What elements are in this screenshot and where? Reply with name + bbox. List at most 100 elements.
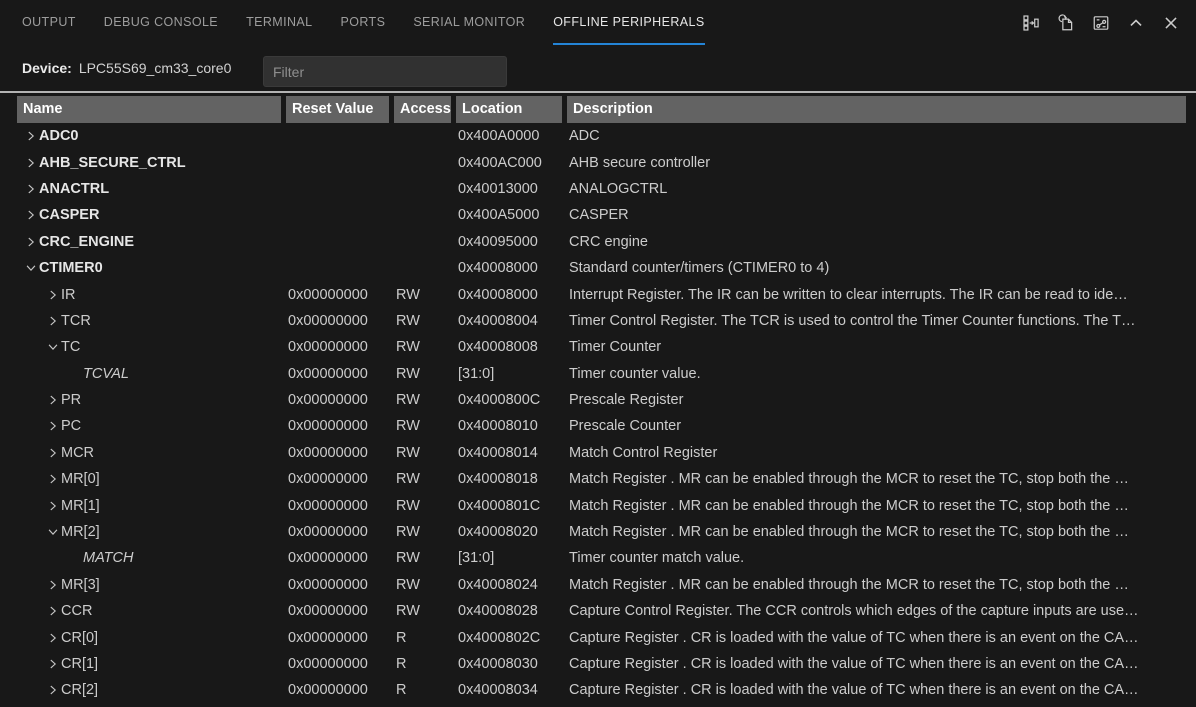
location-cell: 0x400A5000 bbox=[456, 207, 562, 223]
table-row[interactable]: CASPER 0x400A5000 CASPER bbox=[17, 202, 1186, 228]
chevron-right-icon[interactable] bbox=[45, 313, 61, 329]
table-row[interactable]: MR[1]0x00000000RW0x4000801CMatch Registe… bbox=[17, 492, 1186, 518]
table-row[interactable]: ADC00x400A0000ADC bbox=[17, 123, 1186, 149]
name-cell: CR[2] bbox=[17, 682, 281, 698]
table-row[interactable]: MR[2]0x00000000RW0x40008020Match Registe… bbox=[17, 519, 1186, 545]
table-row[interactable]: MCR0x00000000RW0x40008014Match Control R… bbox=[17, 440, 1186, 466]
register-name: AHB_SECURE_CTRL bbox=[39, 155, 186, 171]
export-register-view-icon[interactable] bbox=[1020, 12, 1042, 34]
column-header-description: Description bbox=[567, 96, 1186, 123]
access-cell: RW bbox=[394, 313, 451, 329]
access-cell: RW bbox=[394, 524, 451, 540]
register-name: CR[0] bbox=[61, 630, 98, 646]
chevron-right-icon[interactable] bbox=[45, 577, 61, 593]
location-cell: 0x40008014 bbox=[456, 445, 562, 461]
description-cell: Match Register . MR can be enabled throu… bbox=[567, 498, 1186, 514]
panel-actions bbox=[1020, 0, 1182, 45]
table-row[interactable]: MATCH0x00000000RW[31:0]Timer counter mat… bbox=[17, 545, 1186, 571]
register-name: TC bbox=[61, 339, 80, 355]
description-cell: Match Register . MR can be enabled throu… bbox=[567, 524, 1186, 540]
filter-input[interactable] bbox=[263, 56, 507, 87]
name-cell: AHB_SECURE_CTRL bbox=[17, 155, 281, 171]
table-row[interactable]: CTIMER00x40008000Standard counter/timers… bbox=[17, 255, 1186, 281]
register-name: MR[3] bbox=[61, 577, 100, 593]
chevron-right-icon[interactable] bbox=[45, 603, 61, 619]
name-cell: MR[0] bbox=[17, 471, 281, 487]
table-row[interactable]: AHB_SECURE_CTRL0x400AC000AHB secure cont… bbox=[17, 149, 1186, 175]
chevron-right-icon[interactable] bbox=[23, 128, 39, 144]
chevron-right-icon[interactable] bbox=[45, 418, 61, 434]
close-icon[interactable] bbox=[1160, 12, 1182, 34]
reset-value-cell: 0x00000000 bbox=[286, 524, 389, 540]
reset-value-cell: 0x00000000 bbox=[286, 682, 389, 698]
tab-debug-console[interactable]: DEBUG CONSOLE bbox=[104, 0, 218, 45]
table-row[interactable]: TC0x00000000RW0x40008008Timer Counter bbox=[17, 334, 1186, 360]
reset-value-cell: 0x00000000 bbox=[286, 471, 389, 487]
location-cell: 0x4000801C bbox=[456, 498, 562, 514]
tab-ports[interactable]: PORTS bbox=[340, 0, 385, 45]
description-cell: Capture Register . CR is loaded with the… bbox=[567, 682, 1186, 698]
name-cell: CCR bbox=[17, 603, 281, 619]
description-cell: CASPER bbox=[567, 207, 1186, 223]
description-cell: AHB secure controller bbox=[567, 155, 1186, 171]
chevron-down-icon[interactable] bbox=[23, 260, 39, 276]
chevron-right-icon[interactable] bbox=[23, 181, 39, 197]
location-cell: 0x4000800C bbox=[456, 392, 562, 408]
register-name: CR[1] bbox=[61, 656, 98, 672]
register-name: MCR bbox=[61, 445, 94, 461]
chevron-right-icon[interactable] bbox=[45, 630, 61, 646]
register-name: ANACTRL bbox=[39, 181, 109, 197]
table-row[interactable]: CR[1]0x00000000R0x40008030Capture Regist… bbox=[17, 651, 1186, 677]
table-row[interactable]: CRC_ENGINE0x40095000CRC engine bbox=[17, 229, 1186, 255]
table-row[interactable]: ANACTRL0x40013000ANALOGCTRL bbox=[17, 176, 1186, 202]
register-name: CASPER bbox=[39, 207, 99, 223]
chevron-right-icon[interactable] bbox=[45, 471, 61, 487]
table-row[interactable]: PR0x00000000RW0x4000800CPrescale Registe… bbox=[17, 387, 1186, 413]
register-name: MATCH bbox=[83, 550, 133, 566]
chevron-down-icon[interactable] bbox=[45, 339, 61, 355]
chevron-right-icon[interactable] bbox=[45, 682, 61, 698]
chevron-right-icon[interactable] bbox=[23, 234, 39, 250]
chevron-right-icon[interactable] bbox=[45, 445, 61, 461]
table-row[interactable]: CCR0x00000000RW0x40008028Capture Control… bbox=[17, 598, 1186, 624]
location-cell: 0x40008034 bbox=[456, 682, 562, 698]
chevron-right-icon[interactable] bbox=[23, 155, 39, 171]
table-row[interactable]: PC0x00000000RW0x40008010Prescale Counter bbox=[17, 413, 1186, 439]
indent-spacer bbox=[67, 366, 83, 382]
device-toolbar: Device: LPC55S69_cm33_core0 bbox=[0, 45, 1196, 91]
name-cell: TCR bbox=[17, 313, 281, 329]
column-header-location: Location bbox=[456, 96, 562, 123]
location-cell: 0x40008000 bbox=[456, 260, 562, 276]
chevron-right-icon[interactable] bbox=[45, 392, 61, 408]
register-name: ADC0 bbox=[39, 128, 78, 144]
table-row[interactable]: MR[3]0x00000000RW0x40008024Match Registe… bbox=[17, 572, 1186, 598]
table-row[interactable]: CR[0]0x00000000R0x4000802CCapture Regist… bbox=[17, 624, 1186, 650]
tab-output[interactable]: OUTPUT bbox=[22, 0, 76, 45]
peripherals-view-icon[interactable] bbox=[1090, 12, 1112, 34]
table-row[interactable]: TCR0x00000000RW0x40008004Timer Control R… bbox=[17, 308, 1186, 334]
column-header-reset-value: Reset Value bbox=[286, 96, 389, 123]
table-row[interactable]: MR[0]0x00000000RW0x40008018Match Registe… bbox=[17, 466, 1186, 492]
chevron-right-icon[interactable] bbox=[45, 287, 61, 303]
chevron-right-icon[interactable] bbox=[45, 656, 61, 672]
table-row[interactable]: TCVAL0x00000000RW[31:0]Timer counter val… bbox=[17, 361, 1186, 387]
load-svd-file-icon[interactable] bbox=[1055, 12, 1077, 34]
reset-value-cell: 0x00000000 bbox=[286, 577, 389, 593]
location-cell: 0x40008024 bbox=[456, 577, 562, 593]
tab-serial-monitor[interactable]: SERIAL MONITOR bbox=[413, 0, 525, 45]
location-cell: 0x4000802C bbox=[456, 630, 562, 646]
location-cell: 0x400A0000 bbox=[456, 128, 562, 144]
chevron-down-icon[interactable] bbox=[45, 524, 61, 540]
access-cell: RW bbox=[394, 445, 451, 461]
register-name: CCR bbox=[61, 603, 92, 619]
name-cell: MATCH bbox=[17, 550, 281, 566]
tab-terminal[interactable]: TERMINAL bbox=[246, 0, 312, 45]
name-cell: MR[3] bbox=[17, 577, 281, 593]
chevron-right-icon[interactable] bbox=[23, 207, 39, 223]
device-label: Device: bbox=[22, 60, 72, 76]
chevron-up-icon[interactable] bbox=[1125, 12, 1147, 34]
table-row[interactable]: CR[2]0x00000000R0x40008034Capture Regist… bbox=[17, 677, 1186, 703]
tab-offline-peripherals[interactable]: OFFLINE PERIPHERALS bbox=[553, 0, 704, 45]
chevron-right-icon[interactable] bbox=[45, 498, 61, 514]
table-row[interactable]: IR0x00000000RW0x40008000Interrupt Regist… bbox=[17, 281, 1186, 307]
